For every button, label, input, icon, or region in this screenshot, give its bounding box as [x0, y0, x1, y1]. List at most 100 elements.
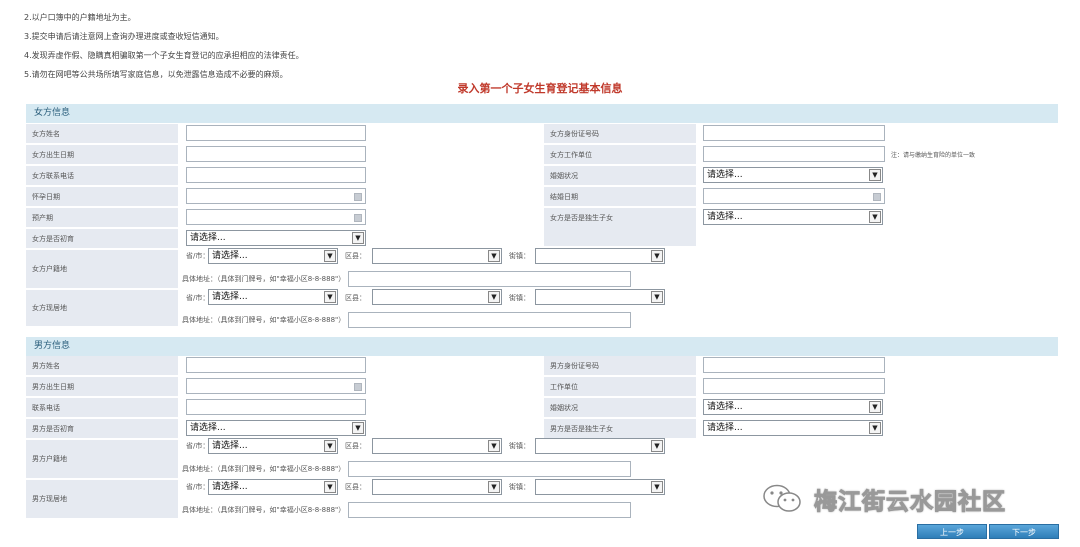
male-work-label: 工作单位 [544, 377, 696, 396]
female-pregnancy-label: 怀孕日期 [26, 187, 178, 206]
female-residence-district-select[interactable]: ▼ [372, 289, 502, 305]
select-value: 请选择... [212, 482, 248, 492]
male-phone-input[interactable] [186, 399, 366, 415]
male-residence-province-select[interactable]: 请选择... ▼ [208, 479, 338, 495]
male-marital-label: 婚姻状况 [544, 398, 696, 417]
note-line: 2.以户口簿中的户籍地址为主。 [24, 13, 136, 22]
male-hukou-detail-input[interactable] [348, 461, 631, 477]
male-name-input[interactable] [186, 357, 366, 373]
male-residence-street-select[interactable]: ▼ [535, 479, 665, 495]
district-label: 区县： [345, 442, 366, 450]
male-residence-district-select[interactable]: ▼ [372, 479, 502, 495]
street-label: 街镇： [509, 483, 530, 491]
female-marital-select[interactable]: 请选择... ▼ [703, 167, 883, 183]
chevron-down-icon: ▼ [324, 291, 336, 303]
female-residence-detail-input[interactable] [348, 312, 631, 328]
female-due-label: 预产期 [26, 208, 178, 227]
chevron-down-icon: ▼ [651, 250, 663, 262]
female-work-input[interactable] [703, 146, 885, 162]
male-hukou-street-select[interactable]: ▼ [535, 438, 665, 454]
chevron-down-icon: ▼ [324, 250, 336, 262]
male-id-input[interactable] [703, 357, 885, 373]
province-label: 省/市： [186, 483, 210, 491]
chevron-down-icon: ▼ [869, 211, 881, 223]
male-had-child-select[interactable]: 请选择... ▼ [186, 420, 366, 436]
chevron-down-icon: ▼ [352, 232, 364, 244]
male-only-child-select[interactable]: 请选择... ▼ [703, 420, 883, 436]
male-hukou-province-select[interactable]: 请选择... ▼ [208, 438, 338, 454]
street-label: 街镇： [509, 442, 530, 450]
province-label: 省/市： [186, 252, 210, 260]
note-line: 3.提交申请后请注意网上查询办理进度或查收短信通知。 [24, 32, 224, 41]
district-label: 区县： [345, 483, 366, 491]
female-residence-label: 女方现居地 [26, 290, 178, 326]
chevron-down-icon: ▼ [651, 291, 663, 303]
female-pregnancy-date-input[interactable] [186, 188, 366, 204]
chevron-down-icon: ▼ [324, 481, 336, 493]
female-hukou-detail-input[interactable] [348, 271, 631, 287]
male-name-label: 男方姓名 [26, 356, 178, 375]
detail-address-label: 具体地址：（具体到门牌号，如"幸福小区8-8-888"） [182, 506, 346, 514]
female-had-child-select[interactable]: 请选择... ▼ [186, 230, 366, 246]
female-section-header: 女方信息 [26, 104, 1058, 123]
detail-address-label: 具体地址：（具体到门牌号，如"幸福小区8-8-888"） [182, 316, 346, 324]
female-due-date-input[interactable] [186, 209, 366, 225]
detail-address-label: 具体地址：（具体到门牌号，如"幸福小区8-8-888"） [182, 465, 346, 473]
female-marital-label: 婚姻状况 [544, 166, 696, 185]
wechat-logo-icon [762, 482, 804, 516]
select-value: 请选择... [707, 402, 743, 412]
next-step-button[interactable]: 下一步 [989, 524, 1059, 539]
female-only-child-label: 女方是否是独生子女 [544, 208, 696, 246]
male-birth-date-input[interactable] [186, 378, 366, 394]
male-phone-label: 联系电话 [26, 398, 178, 417]
watermark: 梅江街云水园社区 [762, 476, 1062, 522]
female-birth-label: 女方出生日期 [26, 145, 178, 164]
male-birth-label: 男方出生日期 [26, 377, 178, 396]
watermark-text: 梅江街云水园社区 [814, 489, 1006, 516]
chevron-down-icon: ▼ [869, 169, 881, 181]
select-value: 请选择... [212, 251, 248, 261]
female-only-child-select[interactable]: 请选择... ▼ [703, 209, 883, 225]
select-value: 请选择... [707, 423, 743, 433]
female-marriage-label: 结婚日期 [544, 187, 696, 206]
male-marital-select[interactable]: 请选择... ▼ [703, 399, 883, 415]
select-value: 请选择... [707, 170, 743, 180]
female-hukou-district-select[interactable]: ▼ [372, 248, 502, 264]
chevron-down-icon: ▼ [869, 401, 881, 413]
chevron-down-icon: ▼ [352, 422, 364, 434]
female-work-label: 女方工作单位 [544, 145, 696, 164]
detail-address-label: 具体地址：（具体到门牌号，如"幸福小区8-8-888"） [182, 275, 346, 283]
male-hukou-district-select[interactable]: ▼ [372, 438, 502, 454]
male-had-child-label: 男方是否初育 [26, 419, 178, 438]
male-residence-detail-input[interactable] [348, 502, 631, 518]
chevron-down-icon: ▼ [488, 291, 500, 303]
select-value: 请选择... [212, 292, 248, 302]
male-id-label: 男方身份证号码 [544, 356, 696, 375]
female-id-input[interactable] [703, 125, 885, 141]
female-hukou-province-select[interactable]: 请选择... ▼ [208, 248, 338, 264]
female-name-input[interactable] [186, 125, 366, 141]
female-hukou-street-select[interactable]: ▼ [535, 248, 665, 264]
province-label: 省/市： [186, 294, 210, 302]
select-value: 请选择... [190, 233, 226, 243]
female-residence-province-select[interactable]: 请选择... ▼ [208, 289, 338, 305]
female-hukou-label: 女方户籍地 [26, 250, 178, 288]
female-marriage-date-input[interactable] [703, 188, 885, 204]
male-section-header: 男方信息 [26, 337, 1058, 356]
chevron-down-icon: ▼ [651, 440, 663, 452]
prev-step-button[interactable]: 上一步 [917, 524, 987, 539]
female-phone-input[interactable] [186, 167, 366, 183]
chevron-down-icon: ▼ [651, 481, 663, 493]
street-label: 街镇： [509, 252, 530, 260]
male-work-input[interactable] [703, 378, 885, 394]
street-label: 街镇： [509, 294, 530, 302]
chevron-down-icon: ▼ [869, 422, 881, 434]
female-id-label: 女方身份证号码 [544, 124, 696, 143]
female-name-label: 女方姓名 [26, 124, 178, 143]
female-birth-input[interactable] [186, 146, 366, 162]
female-residence-street-select[interactable]: ▼ [535, 289, 665, 305]
note-line: 4.发现弄虚作假、隐瞒真相骗取第一个子女生育登记的应承担相应的法律责任。 [24, 51, 304, 60]
female-phone-label: 女方联系电话 [26, 166, 178, 185]
instructions: 2.以户口簿中的户籍地址为主。 3.提交申请后请注意网上查询办理进度或查收短信通… [24, 8, 304, 84]
select-value: 请选择... [707, 212, 743, 222]
